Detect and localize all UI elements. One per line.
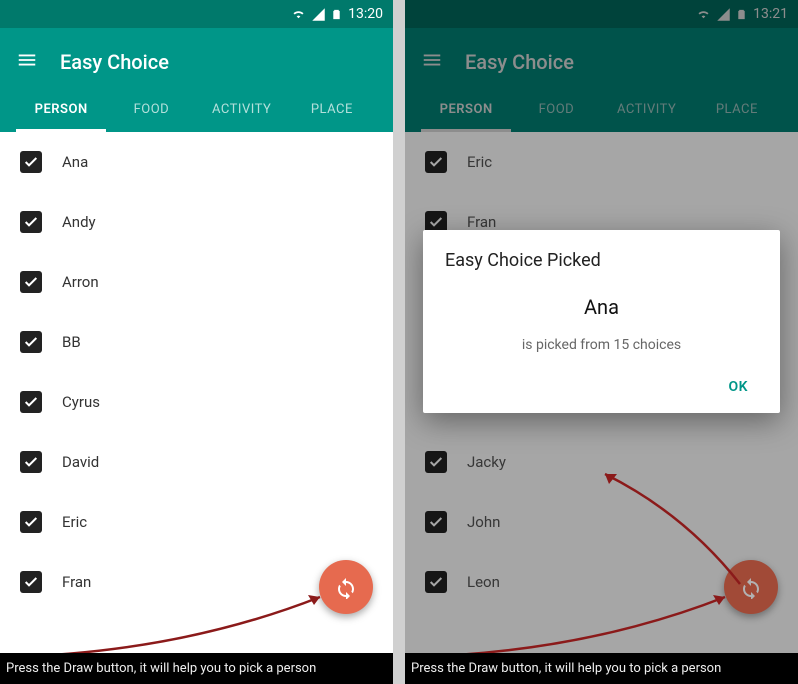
app-bar: Easy Choice PERSON FOOD ACTIVITY PLACE <box>0 28 393 132</box>
hint-bar: Press the Draw button, it will help you … <box>0 653 393 684</box>
phone-screen-left: 13:20 Easy Choice PERSON FOOD ACTIVITY P… <box>0 0 393 684</box>
tab-person[interactable]: PERSON <box>16 92 106 132</box>
checkbox-icon[interactable] <box>20 391 42 413</box>
list-item[interactable]: Cyrus <box>0 372 393 432</box>
list-item[interactable]: David <box>0 432 393 492</box>
checkbox-icon[interactable] <box>20 271 42 293</box>
checkbox-icon[interactable] <box>20 331 42 353</box>
draw-button[interactable] <box>724 560 778 614</box>
result-dialog: Easy Choice Picked Ana is picked from 15… <box>423 230 780 413</box>
item-label: Cyrus <box>62 393 100 411</box>
menu-icon[interactable] <box>16 49 38 75</box>
phone-screen-right: 13:21 Easy Choice PERSON FOOD ACTIVITY P… <box>405 0 798 684</box>
checkbox-icon[interactable] <box>20 451 42 473</box>
status-time: 13:20 <box>348 6 383 22</box>
tab-food[interactable]: FOOD <box>106 92 196 132</box>
item-label: David <box>62 453 99 471</box>
checkbox-icon[interactable] <box>20 151 42 173</box>
refresh-icon <box>739 575 763 599</box>
checkbox-icon[interactable] <box>20 571 42 593</box>
signal-icon <box>311 7 326 22</box>
draw-button[interactable] <box>319 560 373 614</box>
hint-bar: Press the Draw button, it will help you … <box>405 653 798 684</box>
battery-icon <box>331 7 342 22</box>
checkbox-icon[interactable] <box>20 211 42 233</box>
item-label: Fran <box>62 573 91 591</box>
tab-bar: PERSON FOOD ACTIVITY PLACE <box>16 92 377 132</box>
item-label: Ana <box>62 153 88 171</box>
status-icons <box>291 7 342 22</box>
item-label: Eric <box>62 513 87 531</box>
tab-place[interactable]: PLACE <box>287 92 377 132</box>
item-label: Arron <box>62 273 99 291</box>
list-item[interactable]: Ana <box>0 132 393 192</box>
list-item[interactable]: Andy <box>0 192 393 252</box>
tab-activity[interactable]: ACTIVITY <box>197 92 287 132</box>
checkbox-icon[interactable] <box>20 511 42 533</box>
item-label: BB <box>62 333 81 351</box>
dialog-picked-name: Ana <box>445 295 758 319</box>
list-item[interactable]: BB <box>0 312 393 372</box>
dialog-subtitle: is picked from 15 choices <box>445 337 758 353</box>
list-item[interactable]: Arron <box>0 252 393 312</box>
status-bar: 13:20 <box>0 0 393 28</box>
dialog-ok-button[interactable]: OK <box>718 371 758 403</box>
item-label: Andy <box>62 213 96 231</box>
app-title: Easy Choice <box>60 50 169 74</box>
refresh-icon <box>334 575 358 599</box>
wifi-icon <box>291 7 306 22</box>
dialog-title: Easy Choice Picked <box>445 250 758 271</box>
list-item[interactable]: Eric <box>0 492 393 552</box>
